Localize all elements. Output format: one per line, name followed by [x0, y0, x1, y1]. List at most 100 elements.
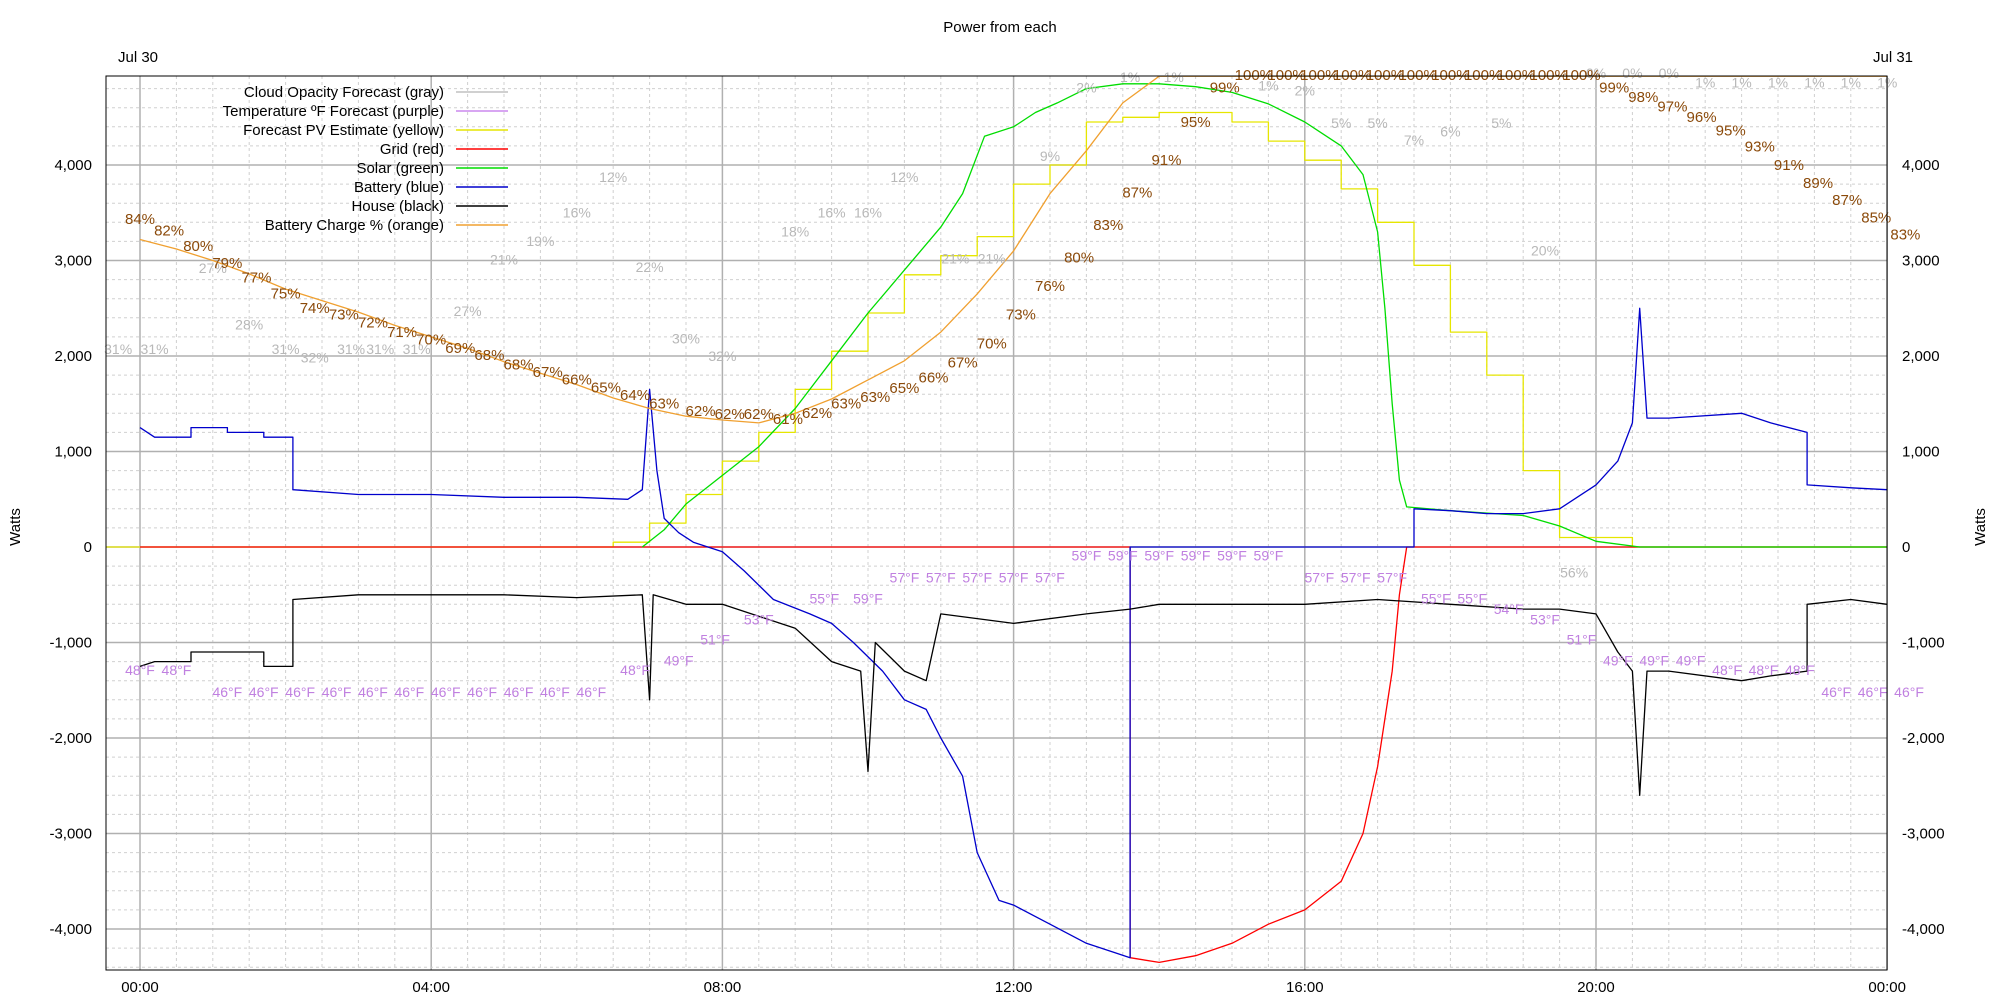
y-tick-label-right: 1,000 [1902, 444, 1940, 461]
temperature-label: 59°F [1144, 547, 1174, 563]
battery-charge-label: 67% [533, 364, 563, 381]
battery-charge-label: 65% [889, 380, 919, 397]
cloud-opacity-label: 18% [781, 224, 809, 240]
battery-charge-label: 71% [387, 324, 417, 341]
battery-charge-label: 68% [474, 347, 504, 364]
cloud-opacity-label: 19% [526, 233, 554, 249]
temperature-label: 57°F [962, 569, 992, 585]
battery-charge-label: 70% [977, 335, 1007, 352]
battery-charge-label: 91% [1151, 152, 1181, 169]
temperature-label: 59°F [1254, 547, 1284, 563]
cloud-opacity-label: 12% [890, 169, 918, 185]
cloud-opacity-label: 32% [708, 348, 736, 364]
battery-charge-label: 80% [1064, 249, 1094, 266]
battery-charge-label: 63% [649, 396, 679, 413]
cloud-opacity-label: 31% [337, 341, 365, 357]
battery-charge-label: 80% [183, 238, 213, 255]
series-line-solar [641, 83, 1887, 548]
cloud-opacity-label: 1% [1120, 69, 1140, 85]
battery-charge-label: 96% [1687, 109, 1717, 126]
battery-charge-label: 69% [445, 340, 475, 357]
temperature-label: 48°F [1749, 662, 1779, 678]
y-tick-label-left: 3,000 [54, 253, 92, 270]
cloud-opacity-label: 22% [636, 259, 664, 275]
cloud-opacity-label: 7% [1404, 132, 1424, 148]
battery-charge-label: 95% [1181, 114, 1211, 131]
legend: Cloud Opacity Forecast (gray) Temperature… [223, 84, 508, 234]
temperature-label: 57°F [1035, 569, 1065, 585]
legend-label: Grid (red) [380, 141, 444, 158]
temperature-label: 55°F [1421, 590, 1451, 606]
temperature-label: 49°F [1603, 652, 1633, 668]
legend-label: Battery (blue) [354, 179, 444, 196]
cloud-opacity-label: 21% [978, 250, 1006, 266]
battery-charge-label: 63% [831, 396, 861, 413]
battery-charge-label: 93% [1745, 139, 1775, 156]
battery-charge-label: 95% [1716, 122, 1746, 139]
cloud-opacity-label: 1% [1768, 75, 1788, 91]
y-axis-label-right: Watts [1972, 508, 1989, 546]
temperature-label: 46°F [540, 684, 570, 700]
y-tick-label-left: -1,000 [49, 635, 92, 652]
temperature-label: 53°F [744, 611, 774, 627]
battery-charge-label: 66% [919, 370, 949, 387]
temperature-label: 46°F [322, 684, 352, 700]
temperature-label: 51°F [700, 631, 730, 647]
temperature-label: 46°F [285, 684, 315, 700]
cloud-opacity-label: 28% [235, 316, 263, 332]
battery-charge-label: 83% [1093, 217, 1123, 234]
temperature-label: 49°F [1676, 652, 1706, 668]
temperature-label: 48°F [620, 662, 650, 678]
y-tick-label-left: -4,000 [49, 921, 92, 938]
cloud-opacity-label: 30% [672, 331, 700, 347]
cloud-opacity-label: 31% [104, 341, 132, 357]
cloud-opacity-label: 1% [1804, 75, 1824, 91]
temperature-label: 46°F [358, 684, 388, 700]
x-tick-label: 00:00 [1868, 979, 1906, 996]
cloud-opacity-label: 1% [1164, 69, 1184, 85]
temperature-label: 54°F [1494, 601, 1524, 617]
x-tick-label: 08:00 [704, 979, 742, 996]
battery-charge-label: 62% [686, 403, 716, 420]
temperature-label: 59°F [1108, 547, 1138, 563]
cloud-opacity-label: 1% [1841, 75, 1861, 91]
date-label-right: Jul 31 [1873, 49, 1913, 66]
battery-charge-label: 91% [1774, 157, 1804, 174]
temperature-label: 46°F [1821, 684, 1851, 700]
temperature-label: 46°F [394, 684, 424, 700]
y-tick-label-left: 0 [84, 539, 92, 556]
y-tick-label-left: 1,000 [54, 444, 92, 461]
cloud-opacity-label: 21% [941, 250, 969, 266]
y-tick-label-right: 3,000 [1902, 253, 1940, 270]
cloud-opacity-label: 27% [454, 303, 482, 319]
cloud-opacity-label: 1% [1695, 75, 1715, 91]
y-tick-label-right: -4,000 [1902, 921, 1945, 938]
legend-label: Cloud Opacity Forecast (gray) [244, 84, 444, 101]
y-tick-label-left: 4,000 [54, 157, 92, 174]
temperature-label: 59°F [1181, 547, 1211, 563]
battery-charge-label: 63% [860, 389, 890, 406]
temperature-label: 55°F [1457, 590, 1487, 606]
battery-charge-label: 84% [125, 211, 155, 228]
y-tick-label-left: -3,000 [49, 826, 92, 843]
battery-charge-label: 72% [358, 314, 388, 331]
cloud-opacity-label: 2% [1076, 79, 1096, 95]
temperature-label: 51°F [1567, 631, 1597, 647]
temperature-label: 48°F [162, 662, 192, 678]
cloud-opacity-label: 31% [366, 341, 394, 357]
cloud-opacity-label: 2% [1295, 82, 1315, 98]
temperature-label: 57°F [926, 569, 956, 585]
temperature-label: 48°F [125, 662, 155, 678]
temperature-label: 57°F [1341, 569, 1371, 585]
battery-charge-label: 66% [562, 372, 592, 389]
battery-charge-label: 67% [948, 354, 978, 371]
temperature-label: 53°F [1530, 611, 1560, 627]
battery-charge-label: 77% [241, 269, 271, 286]
x-tick-label: 16:00 [1286, 979, 1324, 996]
temperature-label: 46°F [1894, 684, 1924, 700]
temperature-label: 49°F [1639, 652, 1669, 668]
legend-label: Solar (green) [356, 160, 444, 177]
temperature-label: 59°F [1217, 547, 1247, 563]
date-label-left: Jul 30 [118, 49, 158, 66]
battery-charge-label: 76% [1035, 278, 1065, 295]
